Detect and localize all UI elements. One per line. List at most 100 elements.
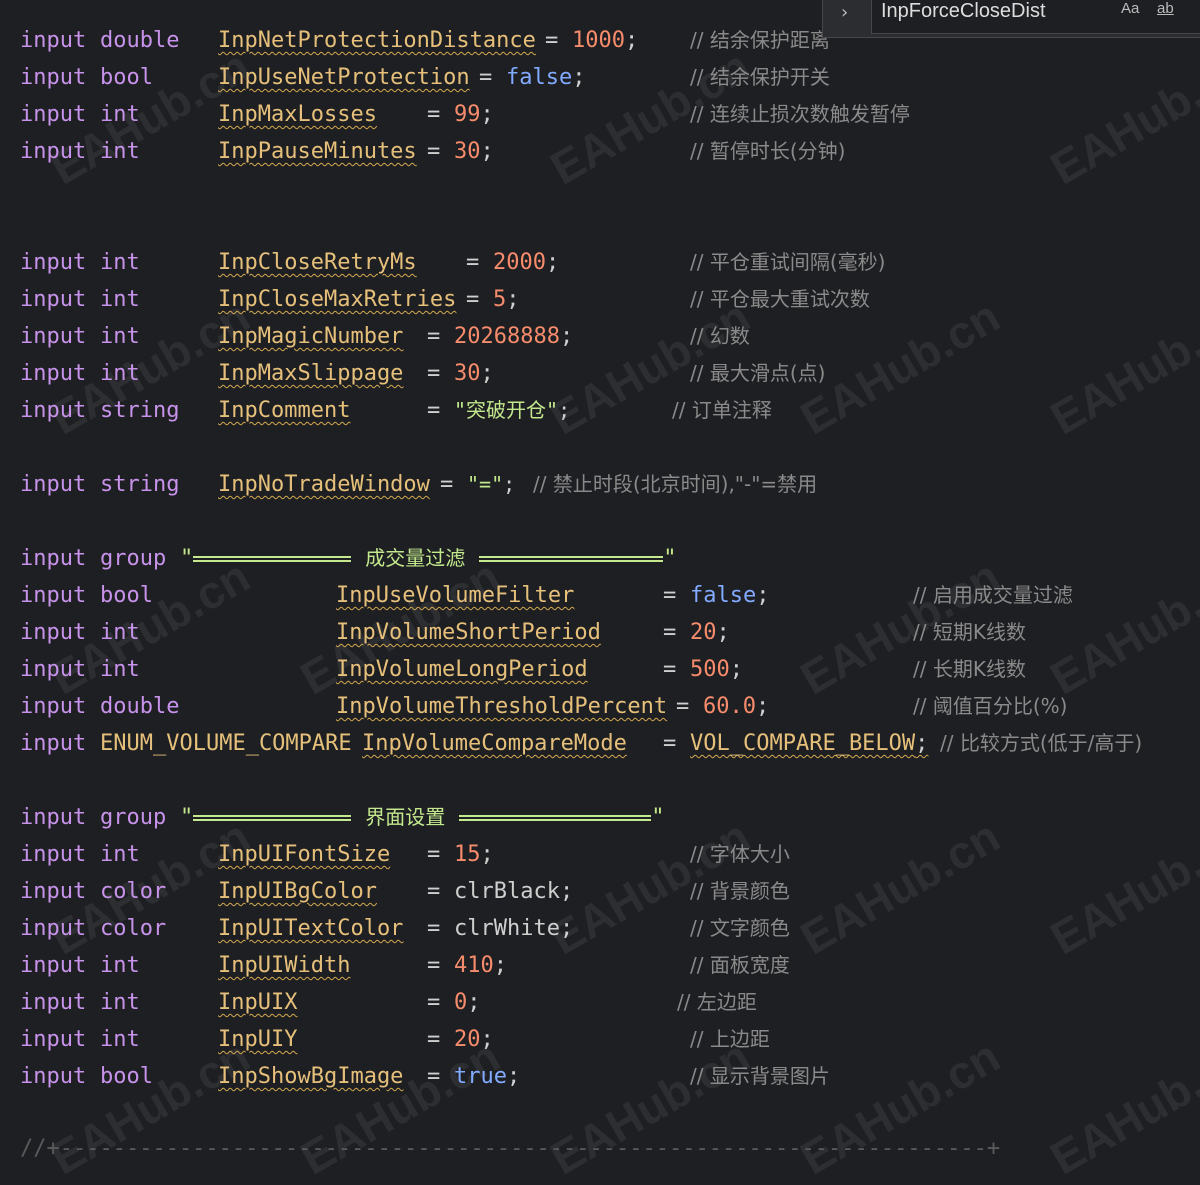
comment-text: // 订单注释 xyxy=(672,398,772,422)
comment-text: // 最大滑点(点) xyxy=(690,361,826,385)
group-string: " 界面设置 " xyxy=(180,799,665,836)
comment-text: // 阈值百分比(%) xyxy=(913,694,1068,718)
parameter-value: VOL_COMPARE_BELOW; xyxy=(690,731,929,756)
assign-operator: = xyxy=(427,953,441,978)
code-line[interactable]: input string InpComment = "突破开仓"; // 订单注释 xyxy=(0,392,1200,429)
semicolon: ; xyxy=(545,250,560,275)
parameter-name: InpUIWidth xyxy=(218,953,351,978)
type-keyword: int xyxy=(100,657,140,682)
comment-text: // 比较方式(低于/高于) xyxy=(940,731,1143,755)
comment-text: // 连续止损次数触发暂停 xyxy=(690,102,910,126)
code-line[interactable]: input int InpUIFontSize = 15; // 字体大小 xyxy=(0,836,1200,873)
parameter-value: 500; xyxy=(690,657,743,682)
chevron-right-icon[interactable]: › xyxy=(841,2,848,23)
keyword-input: input xyxy=(20,472,87,497)
inline-comment: // 面板宽度 xyxy=(690,947,790,984)
keyword-input: input xyxy=(20,953,87,978)
type-keyword: int xyxy=(100,620,140,645)
code-line[interactable]: input int InpVolumeLongPeriod = 500; // 长期K线数 xyxy=(0,651,1200,688)
parameter-value: 20268888; xyxy=(454,324,574,349)
group-string: " 成交量过滤 " xyxy=(180,540,677,577)
code-line[interactable]: input group " 界面设置 " xyxy=(0,799,1200,836)
group-quote: " xyxy=(663,546,677,571)
parameter-name: InpPauseMinutes xyxy=(218,139,417,164)
parameter-value: 30; xyxy=(454,139,494,164)
parameter-name: InpCloseRetryMs xyxy=(218,250,417,275)
comment-text: // 背景颜色 xyxy=(690,879,790,903)
parameter-value: 20; xyxy=(454,1027,494,1052)
code-line[interactable]: input int InpVolumeShortPeriod = 20; // 短期K线数 xyxy=(0,614,1200,651)
code-line[interactable]: input string InpNoTradeWindow = "="; // 禁止时段(… xyxy=(0,466,1200,503)
match-case-button[interactable]: Aa xyxy=(1121,0,1139,17)
semicolon: ; xyxy=(915,731,929,756)
inline-comment: // 长期K线数 xyxy=(913,651,1026,688)
parameter-name: InpComment xyxy=(218,398,351,423)
semicolon: ; xyxy=(467,990,481,1015)
keyword-input: input xyxy=(20,1027,87,1052)
keyword-input: input xyxy=(20,916,87,941)
code-line[interactable]: input int InpCloseMaxRetries = 5; // 平仓最大重试次数 xyxy=(0,281,1200,318)
parameter-name: InpNoTradeWindow xyxy=(218,472,430,497)
inline-comment: // 最大滑点(点) xyxy=(690,355,825,392)
inline-comment: // 幻数 xyxy=(690,318,750,355)
whole-word-button[interactable]: ab xyxy=(1157,0,1174,17)
code-line[interactable]: input int InpMagicNumber = 20268888; // 幻数 xyxy=(0,318,1200,355)
inline-comment: // 暂停时长(分钟) xyxy=(690,133,845,170)
inline-comment: // 比较方式(低于/高于) xyxy=(940,725,1142,762)
group-quote: " xyxy=(180,805,194,830)
parameter-name: InpShowBgImage xyxy=(218,1064,404,1089)
comment-text: // 结余保护开关 xyxy=(690,65,830,89)
code-line[interactable]: input color InpUIBgColor = clrBlack; // 背景颜色 xyxy=(0,873,1200,910)
type-keyword: bool xyxy=(100,583,153,608)
comment-text: // 长期K线数 xyxy=(913,657,1026,681)
parameter-name: InpCloseMaxRetries xyxy=(218,287,457,312)
assign-operator: = xyxy=(479,65,493,90)
assign-operator: = xyxy=(663,620,677,645)
parameter-value: false; xyxy=(690,583,770,608)
code-line[interactable]: input group " 成交量过滤 " xyxy=(0,540,1200,577)
comment-text: // 平仓最大重试次数 xyxy=(690,287,870,311)
code-line[interactable]: input int InpUIX = 0; // 左边距 xyxy=(0,984,1200,1021)
code-line[interactable]: input bool InpUseVolumeFilter = false; // 启用成… xyxy=(0,577,1200,614)
inline-comment: // 背景颜色 xyxy=(690,873,790,910)
parameter-name: InpVolumeShortPeriod xyxy=(336,620,601,645)
code-line[interactable]: input int InpUIY = 20; // 上边距 xyxy=(0,1021,1200,1058)
semicolon: ; xyxy=(756,583,770,608)
parameter-value: true; xyxy=(454,1064,521,1089)
inline-comment: // 平仓重试间隔(毫秒) xyxy=(690,244,885,281)
assign-operator: = xyxy=(427,842,441,867)
code-line[interactable]: input bool InpShowBgImage = true; // 显示背景图片 xyxy=(0,1058,1200,1095)
type-keyword: int xyxy=(100,1027,140,1052)
parameter-name: InpUIBgColor xyxy=(218,879,377,904)
type-keyword: double xyxy=(100,694,180,719)
code-line[interactable]: input int InpUIWidth = 410; // 面板宽度 xyxy=(0,947,1200,984)
code-line[interactable]: input double InpVolumeThresholdPercent = 60.… xyxy=(0,688,1200,725)
code-line[interactable]: input int InpCloseRetryMs = 2000; // 平仓重试间隔(毫… xyxy=(0,244,1200,281)
assign-operator: = xyxy=(427,398,441,423)
find-input[interactable]: InpForceCloseDist xyxy=(881,0,1046,23)
comment-text: // 文字颜色 xyxy=(690,916,790,940)
code-line[interactable]: input int InpMaxSlippage = 30; // 最大滑点(点) xyxy=(0,355,1200,392)
parameter-value: 99; xyxy=(454,102,494,127)
parameter-name: InpUIFontSize xyxy=(218,842,391,867)
code-line[interactable]: input int InpMaxLosses = 99; // 连续止损次数触发暂停 xyxy=(0,96,1200,133)
parameter-name: InpVolumeLongPeriod xyxy=(336,657,588,682)
keyword-input: input xyxy=(20,250,87,275)
code-line[interactable]: input color InpUITextColor = clrWhite; // 文字颜… xyxy=(0,910,1200,947)
assign-operator: = xyxy=(427,139,441,164)
keyword-input: input xyxy=(20,546,87,571)
comment-text: // 面板宽度 xyxy=(690,953,790,977)
assign-operator: = xyxy=(427,1064,441,1089)
type-keyword: group xyxy=(100,805,167,830)
bottom-divider-comment: //+-------------------------------------… xyxy=(20,1136,1001,1161)
inline-comment: // 显示背景图片 xyxy=(690,1058,830,1095)
parameter-value: 30; xyxy=(454,361,494,386)
keyword-input: input xyxy=(20,805,87,830)
code-line[interactable]: input bool InpUseNetProtection = false; // 结余… xyxy=(0,59,1200,96)
group-bar xyxy=(193,815,352,821)
comment-text: // 结余保护距离 xyxy=(690,28,830,52)
code-line[interactable]: input ENUM_VOLUME_COMPARE InpVolumeCompare… xyxy=(0,725,1200,762)
group-bar xyxy=(193,556,352,562)
code-line[interactable]: input int InpPauseMinutes = 30; // 暂停时长(分钟) xyxy=(0,133,1200,170)
semicolon: ; xyxy=(624,28,639,53)
